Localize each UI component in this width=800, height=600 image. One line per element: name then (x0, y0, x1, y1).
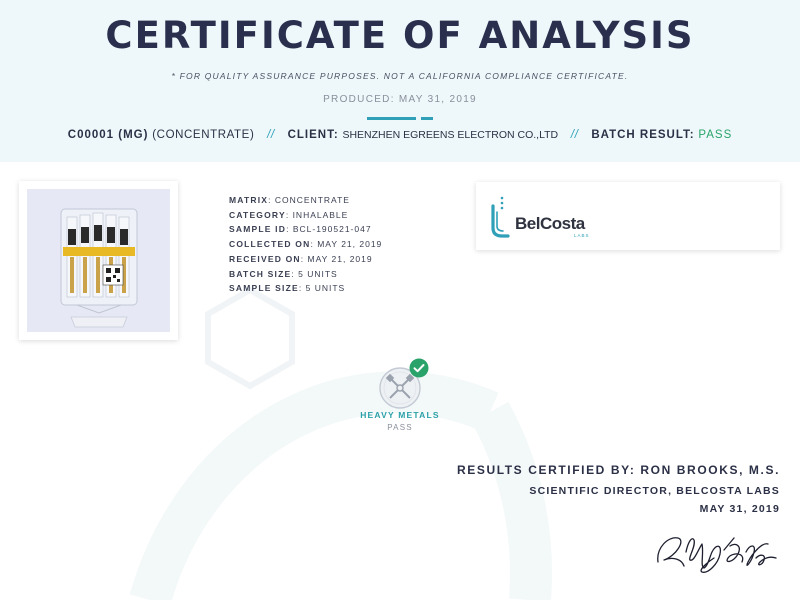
test-status-heavy-metals: PASS (387, 423, 413, 432)
detail-value: INHALABLE (292, 209, 349, 220)
detail-row-received-on: RECEIVED ON: MAY 21, 2019 (229, 253, 373, 264)
signature (657, 537, 777, 573)
certifier-title: SCIENTIFIC DIRECTOR, BELCOSTA LABS (529, 485, 780, 497)
separator: // (570, 129, 579, 141)
produced-date: PRODUCED: MAY 31, 2019 (323, 94, 477, 105)
detail-value: CONCENTRATE (274, 195, 350, 205)
separator: // (267, 129, 275, 141)
detail-row-batch-size: BATCH SIZE: 5 UNITS (229, 268, 338, 279)
certification-date: MAY 31, 2019 (699, 503, 780, 515)
detail-key: SAMPLE SIZE (229, 283, 299, 294)
detail-row-category: CATEGORY: INHALABLE (229, 209, 349, 220)
sample-summary: C00001 (MG) (CONCENTRATE) // CLIENT: SHE… (0, 129, 800, 141)
detail-value: MAY 21, 2019 (317, 239, 383, 250)
lab-logo-sub: LABS (574, 233, 590, 238)
batch-result-label: BATCH RESULT: (591, 129, 695, 141)
sample-type: (CONCENTRATE) (152, 129, 255, 141)
detail-value: 5 UNITS (305, 283, 346, 294)
detail-key: RECEIVED ON (229, 253, 301, 264)
certificate-header: CERTIFICATE OF ANALYSIS * FOR QUALITY AS… (0, 0, 800, 162)
pass-check-icon (409, 358, 429, 378)
detail-key: BATCH SIZE (229, 268, 292, 279)
detail-value: MAY 21, 2019 (307, 253, 373, 264)
client-value: SHENZHEN EGREENS ELECTRON CO.,LTD (342, 129, 559, 141)
accent-bar-long (367, 117, 416, 120)
detail-key: CATEGORY (229, 209, 286, 220)
batch-result-value: PASS (698, 129, 733, 141)
detail-row-collected-on: COLLECTED ON: MAY 21, 2019 (229, 239, 383, 250)
product-photo-card (19, 181, 178, 340)
detail-key: COLLECTED ON (229, 239, 311, 250)
detail-row-sample-id: SAMPLE ID: BCL-190521-047 (229, 224, 372, 235)
sample-code: C00001 (MG) (67, 129, 149, 141)
sample-details: MATRIX: CONCENTRATE CATEGORY: INHALABLE … (229, 193, 382, 296)
detail-value: BCL-190521-047 (292, 224, 372, 235)
detail-row-sample-size: SAMPLE SIZE: 5 UNITS (229, 283, 346, 294)
compliance-disclaimer: * FOR QUALITY ASSURANCE PURPOSES. NOT A … (171, 71, 629, 81)
lab-logo-name: BelCosta (515, 214, 585, 233)
belcosta-logo-mark (491, 196, 510, 238)
detail-key: SAMPLE ID (229, 224, 287, 235)
certified-by: RESULTS CERTIFIED BY: RON BROOKS, M.S. (456, 463, 780, 477)
detail-row-matrix: MATRIX: CONCENTRATE (229, 195, 350, 205)
page-title: CERTIFICATE OF ANALYSIS (105, 14, 695, 57)
test-name-heavy-metals: HEAVY METALS (360, 410, 440, 420)
detail-value: 5 UNITS (298, 268, 338, 279)
client-label: CLIENT: (287, 129, 339, 141)
lab-logo-card: BelCosta LABS (476, 182, 780, 250)
product-photo-cartridges (27, 189, 170, 332)
detail-key: MATRIX (229, 195, 269, 205)
accent-bar-short (421, 117, 433, 120)
